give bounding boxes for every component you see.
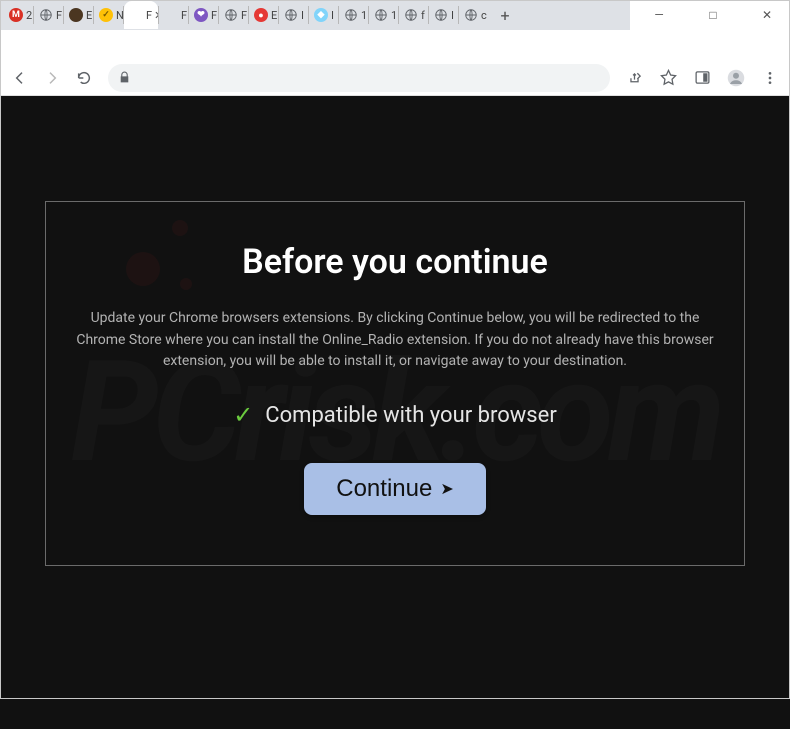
tab-favicon-icon: [404, 8, 418, 22]
close-window-button[interactable]: ✕: [752, 3, 782, 27]
tab-favicon-icon: ✓: [99, 8, 113, 22]
side-panel-icon[interactable]: [690, 66, 714, 90]
back-button[interactable]: [8, 66, 32, 90]
tab-label: c: [481, 9, 487, 22]
new-tab-button[interactable]: +: [492, 2, 518, 28]
toolbar: [0, 60, 790, 96]
tab-favicon-icon: [284, 8, 298, 22]
modal-body-text: Update your Chrome browsers extensions. …: [76, 308, 714, 373]
compatibility-row: ✓ Compatible with your browser: [76, 401, 714, 429]
maximize-button[interactable]: □: [698, 3, 728, 27]
browser-tab[interactable]: f: [399, 1, 428, 29]
browser-tab[interactable]: 1: [369, 1, 398, 29]
continue-button-label: Continue: [336, 475, 432, 503]
tab-label: I: [301, 9, 304, 22]
tab-favicon-icon: M: [9, 8, 23, 22]
modal-dialog: Before you continue Update your Chrome b…: [45, 201, 745, 566]
page-content: PCrisk.com Before you continue Update yo…: [0, 96, 790, 729]
browser-tab[interactable]: 1: [339, 1, 368, 29]
tab-label: F: [181, 9, 187, 22]
tab-label: I: [331, 9, 334, 22]
modal-title: Before you continue: [76, 242, 714, 282]
tab-favicon-icon: [344, 8, 358, 22]
tab-label: 1: [361, 9, 367, 22]
tab-strip: M2FE✓NF✕F❤FF●EI◆I11fIc+: [0, 0, 630, 30]
tab-label: f: [421, 9, 425, 22]
browser-tab[interactable]: ❤F: [189, 1, 218, 29]
tab-label: E: [86, 9, 92, 22]
tab-favicon-icon: [464, 8, 478, 22]
browser-tab[interactable]: F✕: [124, 1, 158, 29]
tab-favicon-icon: [374, 8, 388, 22]
browser-tab[interactable]: M2: [4, 1, 33, 29]
tab-label: E: [271, 9, 277, 22]
tab-label: N: [116, 9, 123, 22]
bookmark-star-icon[interactable]: [656, 66, 680, 90]
browser-tab[interactable]: F: [34, 1, 63, 29]
tab-favicon-icon: [129, 8, 143, 22]
tab-label: 2: [26, 9, 32, 22]
close-tab-icon[interactable]: ✕: [154, 9, 158, 22]
tab-favicon-icon: [164, 8, 178, 22]
compatibility-text: Compatible with your browser: [265, 403, 557, 428]
browser-tab[interactable]: I: [279, 1, 308, 29]
minimize-button[interactable]: —: [644, 3, 674, 27]
menu-dots-icon[interactable]: [758, 66, 782, 90]
reload-button[interactable]: [72, 66, 96, 90]
tab-favicon-icon: [69, 8, 83, 22]
tab-favicon-icon: [224, 8, 238, 22]
forward-button[interactable]: [40, 66, 64, 90]
tab-favicon-icon: ◆: [314, 8, 328, 22]
share-icon[interactable]: [622, 66, 646, 90]
tab-favicon-icon: ●: [254, 8, 268, 22]
browser-tab[interactable]: ✓N: [94, 1, 123, 29]
browser-tab[interactable]: F: [159, 1, 188, 29]
tab-label: I: [451, 9, 454, 22]
tab-label: F: [56, 9, 62, 22]
tab-favicon-icon: ❤: [194, 8, 208, 22]
tab-label: F: [211, 9, 217, 22]
lock-icon: [118, 71, 132, 85]
address-bar[interactable]: [108, 64, 610, 92]
tab-favicon-icon: [434, 8, 448, 22]
browser-tab[interactable]: c: [459, 1, 488, 29]
browser-tab[interactable]: ●E: [249, 1, 278, 29]
checkmark-icon: ✓: [233, 401, 253, 429]
profile-avatar-icon[interactable]: [724, 66, 748, 90]
browser-tab[interactable]: ◆I: [309, 1, 338, 29]
continue-button[interactable]: Continue ➤: [304, 463, 485, 515]
arrow-right-icon: ➤: [440, 479, 453, 499]
tab-label: 1: [391, 9, 397, 22]
browser-tab[interactable]: F: [219, 1, 248, 29]
tab-label: F: [146, 9, 152, 22]
browser-tab[interactable]: I: [429, 1, 458, 29]
tab-favicon-icon: [39, 8, 53, 22]
browser-tab[interactable]: E: [64, 1, 93, 29]
tab-label: F: [241, 9, 247, 22]
